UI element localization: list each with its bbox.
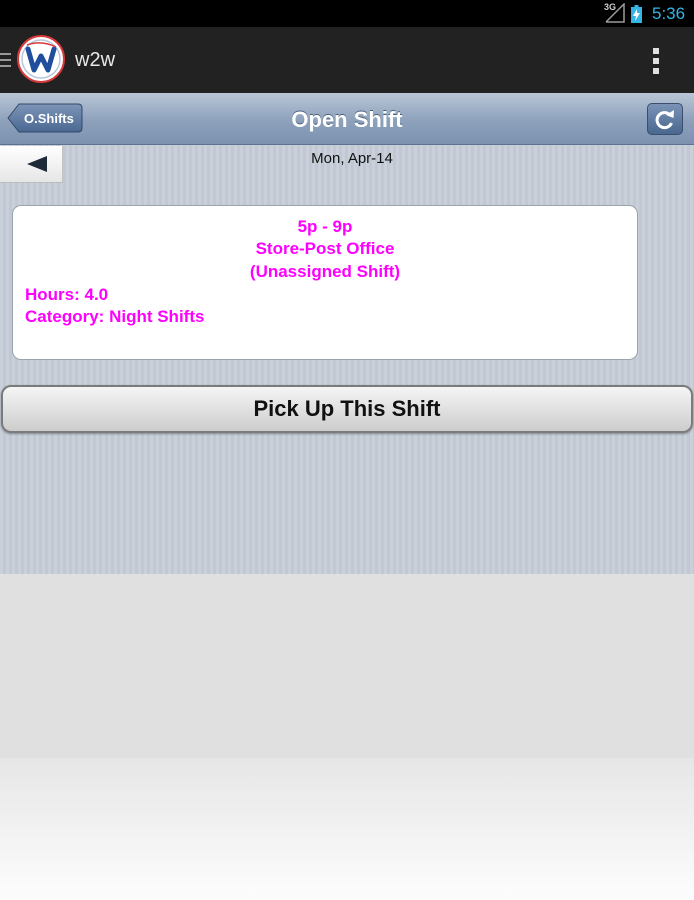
refresh-button[interactable] [647, 103, 683, 135]
date-label: Mon, Apr-14 [311, 150, 393, 167]
shift-time: 5p - 9p [297, 217, 353, 236]
overflow-menu-icon[interactable] [652, 47, 660, 75]
bottom-panel [0, 758, 694, 900]
page-title: Open Shift [291, 107, 403, 132]
empty-panel [0, 574, 694, 758]
signal-icon [605, 3, 625, 23]
battery-charging-icon [631, 5, 642, 23]
shift-hours: Hours: 4.0 [25, 285, 109, 304]
refresh-icon [655, 110, 674, 130]
pick-up-shift-button[interactable]: Pick Up This Shift [1, 385, 693, 433]
shift-status: (Unassigned Shift) [249, 262, 401, 281]
w-logo-icon [21, 39, 61, 79]
app-logo[interactable] [17, 35, 65, 83]
status-bar [0, 0, 694, 27]
app-title: w2w [75, 49, 116, 71]
clock: 5:36 [652, 4, 686, 23]
drawer-menu-icon[interactable] [0, 52, 12, 68]
shift-location: Store-Post Office [255, 239, 395, 258]
shift-category: Category: Night Shifts [25, 307, 205, 326]
